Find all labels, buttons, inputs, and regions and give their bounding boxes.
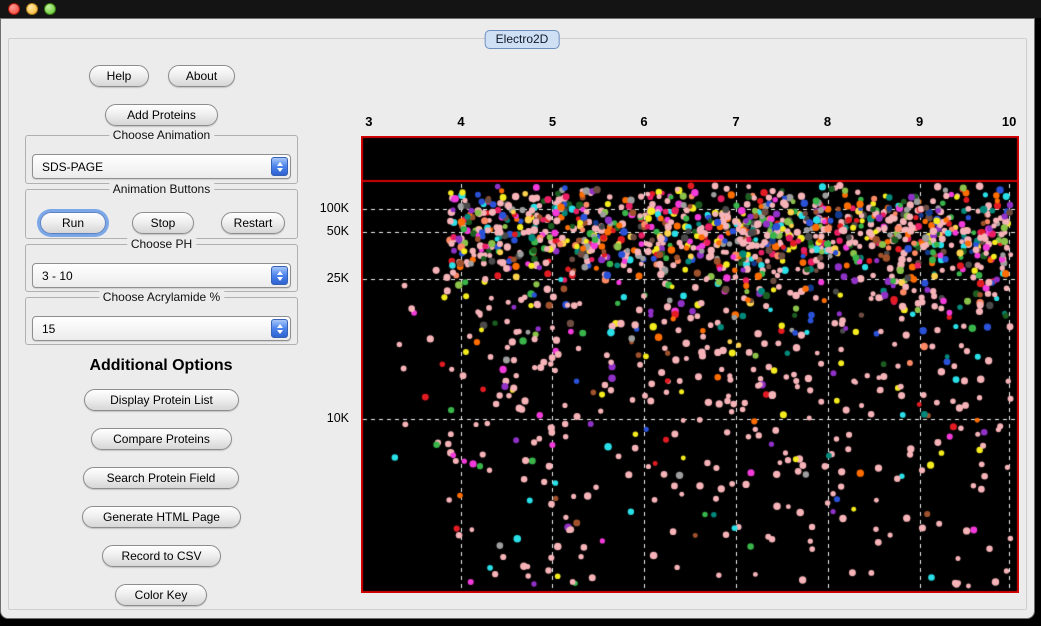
desktop: { "window": { "app_tab": "Electro2D" }, … (0, 0, 1041, 626)
compare-proteins-button[interactable]: Compare Proteins (91, 428, 232, 450)
group-choose-acrylamide: Choose Acrylamide % 15 (25, 290, 298, 345)
search-protein-field-button[interactable]: Search Protein Field (83, 467, 239, 489)
ph-select-value: 3 - 10 (42, 268, 73, 283)
y-axis: 100K 50K 25K 10K (301, 136, 355, 593)
x-axis: 3 4 5 6 7 8 9 10 (361, 114, 1019, 130)
acrylamide-select[interactable]: 15 (32, 316, 291, 341)
generate-html-page-button[interactable]: Generate HTML Page (82, 506, 241, 528)
acrylamide-select-value: 15 (42, 321, 56, 336)
y-tick-label: 10K (326, 411, 349, 426)
titlebar (0, 0, 1041, 18)
minimize-button[interactable] (26, 3, 38, 15)
y-tick-label: 25K (326, 271, 349, 286)
y-tick-label: 50K (326, 223, 349, 238)
ph-select[interactable]: 3 - 10 (32, 263, 291, 288)
group-choose-acrylamide-label: Choose Acrylamide % (98, 290, 225, 304)
x-tick-label: 6 (640, 114, 648, 129)
zoom-button[interactable] (44, 3, 56, 15)
x-tick-label: 3 (365, 114, 373, 129)
color-key-button[interactable]: Color Key (115, 584, 207, 606)
animation-select-value: SDS-PAGE (42, 159, 104, 174)
gel-canvas (361, 136, 1019, 593)
x-tick-label: 4 (457, 114, 465, 129)
app-window: Electro2D Help About Add Proteins Choose… (0, 18, 1035, 619)
x-tick-label: 8 (823, 114, 832, 129)
group-choose-ph-label: Choose PH (126, 237, 197, 251)
display-protein-list-button[interactable]: Display Protein List (84, 389, 239, 411)
group-animation-buttons: Animation Buttons Run Stop Restart (25, 182, 298, 239)
restart-button[interactable]: Restart (221, 212, 285, 234)
group-animation-buttons-label: Animation Buttons (108, 182, 215, 196)
x-tick-label: 7 (732, 114, 740, 129)
group-choose-animation: Choose Animation SDS-PAGE (25, 128, 298, 184)
additional-options-heading: Additional Options (89, 357, 233, 374)
x-tick-label: 5 (548, 114, 557, 129)
x-tick-label: 9 (916, 114, 924, 129)
animation-select[interactable]: SDS-PAGE (32, 154, 291, 179)
group-choose-animation-label: Choose Animation (108, 128, 215, 142)
x-tick-label: 10 (1001, 114, 1017, 129)
close-button[interactable] (8, 3, 20, 15)
window-title-tab: Electro2D (484, 30, 560, 49)
help-button[interactable]: Help (89, 65, 149, 87)
stop-button[interactable]: Stop (132, 212, 194, 234)
record-to-csv-button[interactable]: Record to CSV (102, 545, 221, 567)
combo-arrows-icon (271, 157, 288, 176)
group-choose-ph: Choose PH 3 - 10 (25, 237, 298, 292)
run-button[interactable]: Run (40, 212, 106, 234)
combo-arrows-icon (271, 319, 288, 338)
add-proteins-button[interactable]: Add Proteins (105, 104, 218, 126)
about-button[interactable]: About (168, 65, 235, 87)
combo-arrows-icon (271, 266, 288, 285)
y-tick-label: 100K (319, 201, 349, 216)
